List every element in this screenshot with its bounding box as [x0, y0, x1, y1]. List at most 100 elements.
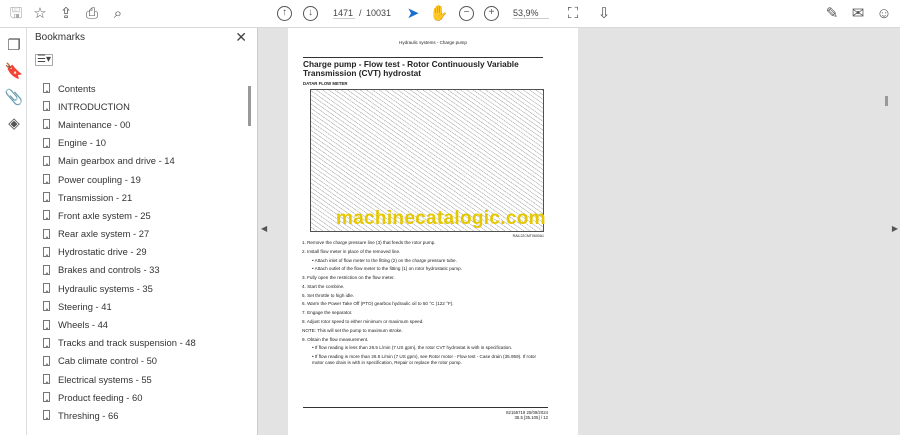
- bookmark-item[interactable]: Maintenance - 00: [43, 115, 196, 133]
- document-area: ◀ ▶ Hydraulic systems - Charge pump Char…: [258, 28, 900, 435]
- bookmark-item[interactable]: Contents: [43, 79, 196, 97]
- figure-caption: RAIL22CMT0600A1: [512, 234, 544, 238]
- bookmark-item[interactable]: INTRODUCTION: [43, 97, 196, 115]
- bookmark-icon: [43, 246, 50, 257]
- bookmark-item[interactable]: Hydrostatic drive - 29: [43, 243, 196, 261]
- bookmark-options-button[interactable]: ☰▾: [35, 54, 53, 66]
- bookmark-star-icon[interactable]: ☆: [30, 4, 50, 24]
- footer-page: 35.5 [35.105] / 12: [514, 415, 548, 420]
- bookmark-label: Transmission - 21: [58, 191, 133, 203]
- layers-icon[interactable]: ◈: [4, 114, 24, 134]
- pdf-page: Hydraulic systems - Charge pump Charge p…: [288, 28, 578, 435]
- bookmark-label: Main gearbox and drive - 14: [58, 155, 175, 167]
- close-icon[interactable]: ✕: [235, 29, 247, 46]
- document-scrollbar[interactable]: [885, 96, 888, 106]
- upload-icon[interactable]: ⇪: [56, 4, 76, 24]
- bookmark-item[interactable]: Brakes and controls - 33: [43, 261, 196, 279]
- bookmark-item[interactable]: Rear axle system - 27: [43, 225, 196, 243]
- procedure-steps: 1. Remove the charge pressure line (3) t…: [302, 240, 547, 369]
- bookmark-item[interactable]: Electrical systems - 55: [43, 370, 196, 388]
- pages-icon[interactable]: ❐: [4, 36, 24, 56]
- collapse-right-icon[interactable]: ▶: [892, 224, 898, 233]
- bookmarks-title: Bookmarks: [35, 32, 86, 43]
- procedure-step: • If flow reading is more than 26.5 L/mi…: [312, 354, 536, 366]
- bookmark-label: Engine - 10: [58, 137, 106, 149]
- scroll-mode-icon[interactable]: ⇩: [594, 4, 614, 24]
- bookmarks-icon[interactable]: 🔖: [4, 62, 24, 82]
- bookmark-label: Hydrostatic drive - 29: [58, 246, 147, 258]
- email-icon[interactable]: ✉: [848, 4, 868, 24]
- print-icon[interactable]: ⎙: [82, 4, 102, 24]
- hand-tool-icon[interactable]: ✋: [429, 4, 449, 24]
- next-page-icon[interactable]: ↓: [303, 6, 318, 21]
- page-footer: 82155719 25/09/2024 35.5 [35.105] / 12: [303, 407, 548, 420]
- bookmark-item[interactable]: Front axle system - 25: [43, 206, 196, 224]
- bookmark-item[interactable]: Cab climate control - 50: [43, 352, 196, 370]
- bookmark-icon: [43, 337, 50, 348]
- bookmark-icon: [43, 192, 50, 203]
- bookmark-item[interactable]: Hydraulic systems - 35: [43, 279, 196, 297]
- bookmark-icon: [43, 410, 50, 421]
- procedure-step: • Attach inlet of flow meter to the fitt…: [312, 257, 457, 263]
- collapse-left-icon[interactable]: ◀: [261, 224, 267, 233]
- bookmark-item[interactable]: Power coupling - 19: [43, 170, 196, 188]
- zoom-select[interactable]: 53,9%: [513, 8, 549, 19]
- bookmark-icon: [43, 392, 50, 403]
- save-icon[interactable]: 🖫: [6, 4, 26, 24]
- account-icon[interactable]: ☺: [874, 4, 894, 24]
- bookmark-item[interactable]: Transmission - 21: [43, 188, 196, 206]
- bookmark-icon: [43, 319, 50, 330]
- procedure-step: NOTE: This will set the pump to maximum …: [302, 327, 403, 333]
- bookmarks-scrollbar[interactable]: [247, 78, 253, 433]
- page-title: Charge pump - Flow test - Rotor Continuo…: [303, 57, 543, 78]
- bookmark-icon: [43, 155, 50, 166]
- bookmark-item[interactable]: Threshing - 66: [43, 406, 196, 424]
- attachments-icon[interactable]: 📎: [4, 88, 24, 108]
- page-number-input[interactable]: 1471: [333, 8, 355, 19]
- bookmark-label: Front axle system - 25: [58, 209, 151, 221]
- procedure-step: • Attach outlet of the flow meter to the…: [312, 266, 462, 272]
- bookmark-label: INTRODUCTION: [58, 100, 130, 112]
- bookmark-item[interactable]: Product feeding - 60: [43, 388, 196, 406]
- bookmark-icon: [43, 228, 50, 239]
- bookmark-icon: [43, 174, 50, 185]
- page-separator: /: [359, 8, 362, 18]
- bookmark-item[interactable]: Steering - 41: [43, 297, 196, 315]
- bookmark-icon: [43, 119, 50, 130]
- left-rail: ❐ 🔖 📎 ◈: [0, 28, 27, 435]
- bookmark-label: Cab climate control - 50: [58, 355, 158, 367]
- bookmark-label: Steering - 41: [58, 300, 112, 312]
- bookmarks-panel: Bookmarks ✕ ☰▾ Contents INTRODUCTION Maint…: [27, 28, 258, 435]
- bookmark-icon: [43, 83, 50, 94]
- prev-page-icon[interactable]: ↑: [277, 6, 292, 21]
- zoom-in-icon[interactable]: +: [484, 6, 499, 21]
- search-icon[interactable]: ⌕: [108, 4, 128, 24]
- procedure-step: 4. Start the combine.: [302, 283, 345, 289]
- zoom-out-icon[interactable]: −: [459, 6, 474, 21]
- bookmark-label: Hydraulic systems - 35: [58, 282, 153, 294]
- select-tool-icon[interactable]: ➤: [403, 4, 423, 24]
- procedure-step: 6. Warm the Power Take Off (PTO) gearbox…: [302, 301, 454, 307]
- bookmark-list: Contents INTRODUCTION Maintenance - 00 Engi…: [43, 79, 196, 425]
- bookmark-item[interactable]: Tracks and track suspension - 48: [43, 334, 196, 352]
- bookmark-label: Rear axle system - 27: [58, 228, 150, 240]
- bookmark-item[interactable]: Main gearbox and drive - 14: [43, 152, 196, 170]
- watermark: machinecatalogic.com: [336, 208, 546, 229]
- procedure-step: 3. Fully open the restriction on the flo…: [302, 275, 395, 281]
- procedure-step: 9. Obtain the flow measurement.: [302, 336, 369, 342]
- bookmark-item[interactable]: Engine - 10: [43, 134, 196, 152]
- bookmark-item[interactable]: Wheels - 44: [43, 315, 196, 333]
- bookmark-icon: [43, 374, 50, 385]
- bookmark-label: Brakes and controls - 33: [58, 264, 160, 276]
- fill-sign-icon[interactable]: ✎: [822, 4, 842, 24]
- bookmark-icon: [43, 355, 50, 366]
- procedure-step: 7. Engage the separator.: [302, 310, 353, 316]
- bookmark-icon: [43, 210, 50, 221]
- bookmark-icon: [43, 101, 50, 112]
- procedure-step: 2. Install flow meter in place of the re…: [302, 248, 401, 254]
- bookmark-icon: [43, 264, 50, 275]
- bookmark-label: Electrical systems - 55: [58, 373, 152, 385]
- fit-page-icon[interactable]: ⛶: [563, 4, 583, 24]
- page-subtitle: DATAR FLOW METER: [303, 81, 348, 86]
- page-total: 10031: [366, 8, 392, 18]
